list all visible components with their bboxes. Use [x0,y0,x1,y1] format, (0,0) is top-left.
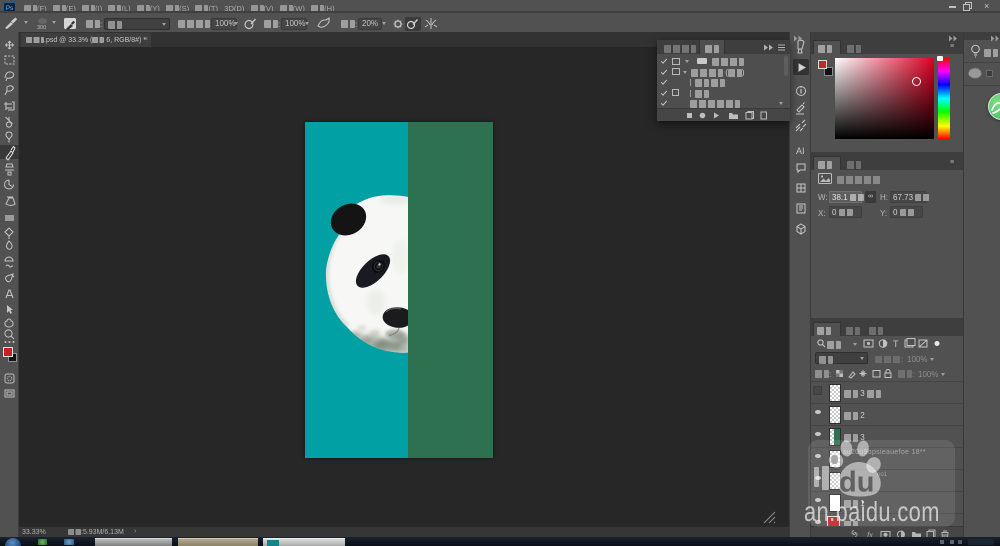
svg-text:T: T [893,339,899,349]
svg-text:AI: AI [796,146,805,156]
